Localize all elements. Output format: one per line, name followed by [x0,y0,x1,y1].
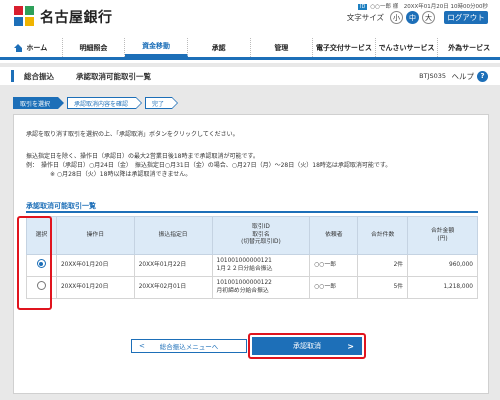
chevron-left-icon: < [139,342,145,350]
transfer-date-cell: 20XX年02月01日 [133,276,213,299]
col-transaction: 取引ID 取引名 (切替元取引ID) [211,216,311,255]
page-title-bar: 総合振込 承認取消可能取引一覧 BTJS035 ヘルプ? [0,67,500,85]
back-to-menu-label: 総合振込メニューへ [159,343,219,351]
col-requester: 依頼者 [309,216,359,255]
nav-e-delivery[interactable]: 電子交付サービス [313,38,376,57]
table-header-row: 選択 操作日 振込指定日 取引ID 取引名 (切替元取引ID) 依頼者 合計件数… [26,216,478,255]
section-title: 承認取消可能取引一覧 [26,202,96,210]
help-label: ヘルプ [451,71,475,81]
amount-cell: 960,000 [407,254,478,277]
font-size-controls: 文字サイズ 小 中 大 ログアウト [347,11,488,24]
count-cell: 5件 [357,276,409,299]
screen-id: BTJS035 [419,72,446,80]
instruction-text: 承認を取り消す取引を選択の上、「承認取消」ボタンをクリックしてください。 [26,131,239,138]
col-amount: 合計金額 (円) [407,216,478,255]
col-count: 合計件数 [357,216,409,255]
font-size-small-button[interactable]: 小 [390,11,403,24]
bank-name: 名古屋銀行 [40,10,113,26]
progress-steps: 取引を選択 承認取消内容を確認 完了 [13,97,181,109]
page-category: 総合振込 [24,71,54,81]
bank-logo: 名古屋銀行 [14,6,113,28]
nav-approval[interactable]: 承認 [188,38,251,57]
approve-button-highlight [248,333,366,359]
help-icon: ? [477,70,488,82]
deadline-example: 例： 操作日（承認日）○月24日（金） 振込指定日○月31日（金）の場合、○月2… [26,162,392,169]
txn-name: 月初締め分給合振込 [216,287,269,294]
deadline-note: 振込指定日を除く、操作日（承認日）の最大2営業日後18時まで承認取消が可能です。 [26,153,259,160]
nav-fund-transfer[interactable]: 資金移動 [125,38,188,57]
logout-button[interactable]: ログアウト [444,11,488,24]
home-icon [14,43,23,52]
col-transfer-date: 振込指定日 [133,216,213,255]
col-txn-id: 取引ID [252,223,270,230]
nav-home-label: ホーム [26,43,48,52]
step-confirm-cancel: 承認取消内容を確認 [67,97,143,109]
requester-cell: ○○一郎 [309,254,359,277]
title-accent [11,70,14,82]
select-column-highlight [17,216,52,310]
user-info: ID ○○一郎 様 20XX年01月20日 10時00分00秒 [358,2,488,10]
op-date-cell: 20XX年01月20日 [55,276,135,299]
bank-logo-mark-icon [14,6,36,28]
section-divider [26,211,478,213]
user-id-badge: ID [358,4,368,10]
step-complete: 完了 [145,97,179,109]
table-row: 20XX年01月20日 20XX年02月01日 101001000000122 … [26,276,478,299]
transfer-date-cell: 20XX年01月22日 [133,254,213,277]
nav-densai[interactable]: でんさいサービス [376,38,439,57]
requester-cell: ○○一郎 [309,276,359,299]
count-cell: 2件 [357,254,409,277]
col-amount-label: 合計金額 [430,227,455,234]
nav-statements[interactable]: 明細照会 [63,38,126,57]
nav-home[interactable]: ホーム [0,38,63,57]
nav-forex[interactable]: 外為サービス [438,38,500,57]
col-amount-unit: (円) [437,235,448,242]
transaction-table: 選択 操作日 振込指定日 取引ID 取引名 (切替元取引ID) 依頼者 合計件数… [26,216,478,299]
col-txn-note: (切替元取引ID) [241,239,281,246]
main-nav: ホーム 明細照会 資金移動 承認 管理 電子交付サービス でんさいサービス 外為… [0,38,500,60]
help-link[interactable]: ヘルプ? [451,70,488,82]
user-login-text: ○○一郎 様 20XX年01月20日 10時00分00秒 [370,4,488,10]
amount-cell: 1,218,000 [407,276,478,299]
txn-id: 101001000000122 [216,279,272,286]
col-op-date: 操作日 [55,216,135,255]
nav-management[interactable]: 管理 [251,38,314,57]
step-select-transaction: 取引を選択 [13,97,65,109]
page-title: 承認取消可能取引一覧 [76,71,151,81]
txn-name: 1月２２日分給合振込 [216,265,273,272]
font-size-medium-button[interactable]: 中 [406,11,419,24]
font-size-label: 文字サイズ [346,13,384,22]
font-size-large-button[interactable]: 大 [422,11,435,24]
deadline-warning: ※ ○月28日（火）18時以降は承認取消できません。 [50,171,192,178]
op-date-cell: 20XX年01月20日 [55,254,135,277]
transaction-cell: 101001000000121 1月２２日分給合振込 [211,254,311,277]
table-row: 20XX年01月20日 20XX年01月22日 101001000000121 … [26,254,478,277]
txn-id: 101001000000121 [216,257,272,264]
back-to-menu-button[interactable]: < 総合振込メニューへ [131,339,247,353]
transaction-cell: 101001000000122 月初締め分給合振込 [211,276,311,299]
